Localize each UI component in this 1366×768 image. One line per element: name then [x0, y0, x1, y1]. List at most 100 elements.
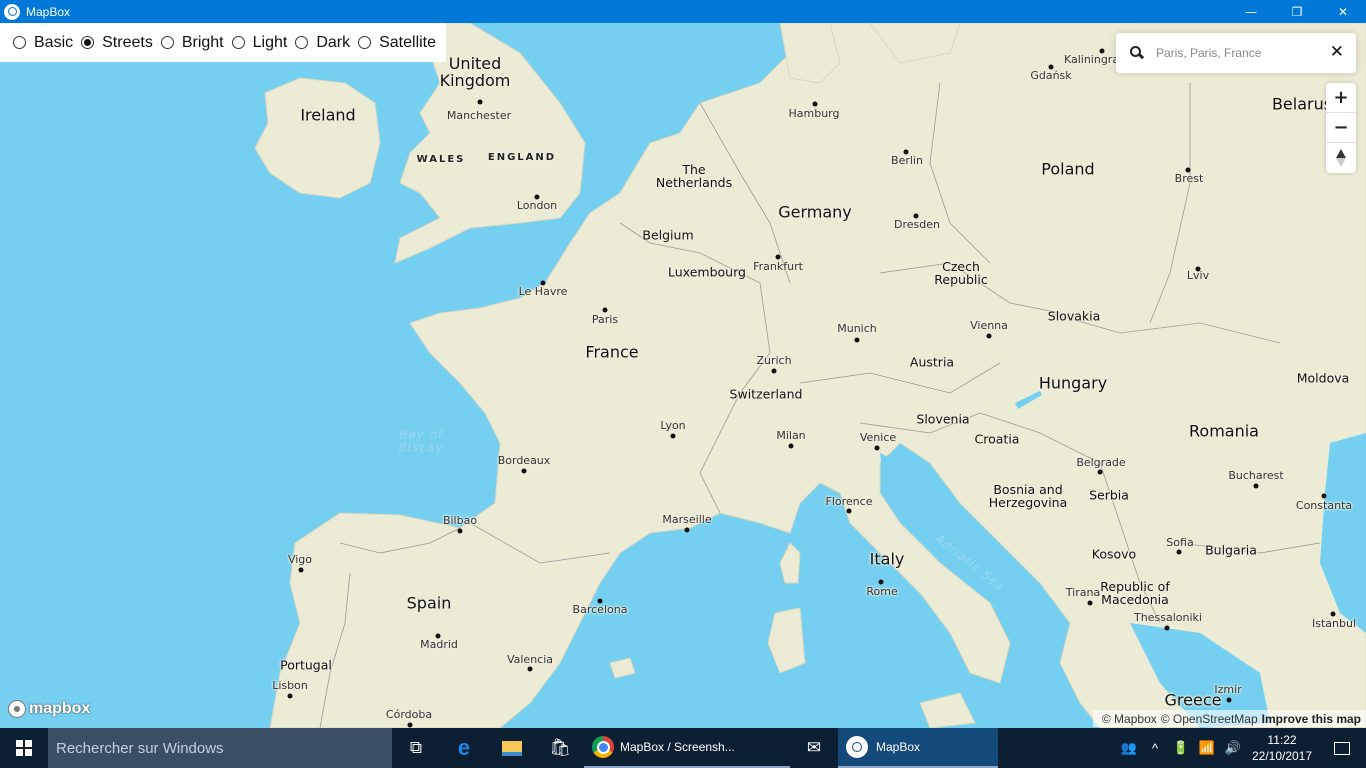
zoom-in-button[interactable]: + — [1326, 83, 1356, 113]
city-marker — [287, 693, 293, 699]
city-marker — [602, 307, 608, 313]
attribution: © Mapbox © OpenStreetMap Improve this ma… — [1092, 710, 1366, 727]
radio-dark[interactable] — [295, 36, 309, 49]
country-label: Croatia — [974, 431, 1020, 447]
city-label: Manchester — [446, 109, 512, 123]
sea-label: Bay of Biscay — [398, 427, 444, 454]
taskbar-task-chrome-label: MapBox / Screensh... — [620, 740, 735, 754]
attribution-osm-link[interactable]: © OpenStreetMap — [1161, 712, 1258, 726]
city-marker — [435, 633, 441, 639]
city-label: Dresden — [894, 218, 940, 232]
city-marker — [597, 598, 603, 604]
city-marker — [846, 508, 852, 514]
city-marker — [775, 254, 781, 260]
style-option-streets[interactable]: Streets — [81, 34, 153, 52]
file-explorer-button[interactable] — [488, 728, 536, 768]
close-button[interactable]: ✕ — [1320, 0, 1366, 23]
compass-icon — [1336, 149, 1346, 167]
start-button[interactable] — [0, 728, 48, 768]
show-hidden-icons-chevron-up-icon[interactable]: ^ — [1142, 741, 1168, 756]
city-marker — [788, 443, 794, 449]
system-tray: 👥 ^ 🔋 📶 🔊 11:22 22/10/2017 — [1116, 728, 1366, 768]
improve-map-link[interactable]: Improve this map — [1262, 712, 1361, 726]
city-marker — [1176, 549, 1182, 555]
minimize-button[interactable]: — — [1228, 0, 1274, 23]
wifi-icon[interactable]: 📶 — [1194, 740, 1220, 756]
clock-time: 11:22 — [1267, 733, 1297, 747]
style-option-basic[interactable]: Basic — [13, 34, 73, 52]
style-label-satellite: Satellite — [379, 33, 437, 51]
style-option-light[interactable]: Light — [231, 34, 287, 52]
city-label: Milan — [776, 429, 806, 443]
mapbox-logo-text: mapbox — [29, 700, 91, 717]
city-label: Lyon — [660, 419, 686, 433]
city-marker — [986, 333, 992, 339]
volume-icon[interactable]: 🔊 — [1220, 740, 1246, 756]
country-label: Belgium — [642, 227, 694, 243]
city-label: Bucharest — [1228, 469, 1284, 483]
title-bar: MapBox — ❐ ✕ — [0, 0, 1366, 23]
radio-basic[interactable] — [13, 36, 26, 49]
city-label: Istanbul — [1311, 617, 1357, 631]
mail-button[interactable]: ✉ — [790, 728, 838, 768]
windows-search-box[interactable]: Rechercher sur Windows — [48, 728, 392, 768]
map-canvas[interactable]: United Kingdom Ireland France Germany Poland S… — [0, 23, 1366, 728]
style-option-satellite[interactable]: Satellite — [358, 34, 436, 52]
style-option-dark[interactable]: Dark — [295, 34, 350, 52]
city-marker — [1330, 611, 1336, 617]
mapbox-logo[interactable]: mapbox — [8, 700, 90, 718]
taskbar-task-chrome[interactable]: MapBox / Screensh... — [584, 728, 790, 768]
radio-bright[interactable] — [160, 36, 174, 49]
city-label: Córdoba — [385, 708, 433, 722]
style-option-bright[interactable]: Bright — [160, 34, 224, 52]
task-view-button[interactable]: ⧉ — [392, 728, 440, 768]
battery-icon[interactable]: 🔋 — [1168, 740, 1194, 756]
clear-search-button[interactable]: ✕ — [1330, 42, 1344, 62]
reset-bearing-button[interactable] — [1326, 143, 1356, 173]
city-label: Barcelona — [572, 603, 628, 617]
city-label: Venice — [859, 431, 897, 445]
city-label: Munich — [837, 322, 877, 336]
city-marker — [854, 337, 860, 343]
city-marker — [407, 722, 413, 728]
region-label: WALES — [416, 153, 466, 165]
city-label: Frankfurt — [753, 260, 803, 274]
country-label: Bulgaria — [1205, 542, 1257, 558]
country-label: Italy — [869, 549, 905, 569]
city-label: London — [516, 199, 558, 213]
zoom-out-button[interactable]: − — [1326, 113, 1356, 143]
city-marker — [670, 433, 676, 439]
land-corsica — [779, 542, 801, 584]
style-label-dark: Dark — [316, 33, 351, 51]
city-label: Izmir — [1214, 683, 1242, 697]
search-input[interactable] — [1156, 46, 1316, 60]
clock[interactable]: 11:22 22/10/2017 — [1246, 732, 1318, 764]
radio-streets[interactable] — [81, 36, 95, 49]
city-label: Paris — [591, 313, 619, 327]
style-label-basic: Basic — [34, 33, 74, 51]
city-marker — [903, 149, 909, 155]
city-label: Vigo — [287, 553, 313, 567]
radio-satellite[interactable] — [358, 36, 372, 49]
attribution-mapbox-link[interactable]: © Mapbox — [1102, 712, 1157, 726]
country-label: Poland — [1041, 159, 1095, 179]
city-marker — [684, 527, 690, 533]
taskbar-task-mapbox[interactable]: MapBox — [838, 728, 998, 768]
people-icon[interactable]: 👥 — [1116, 740, 1142, 756]
city-marker — [1164, 625, 1170, 631]
city-marker — [1097, 469, 1103, 475]
edge-button[interactable]: e — [440, 728, 488, 768]
city-marker — [1195, 266, 1201, 272]
radio-light[interactable] — [231, 36, 245, 49]
geocoder: ✕ — [1116, 33, 1356, 73]
city-label: Vienna — [970, 319, 1008, 333]
maximize-button[interactable]: ❐ — [1274, 0, 1320, 23]
country-label: Romania — [1189, 421, 1259, 441]
action-center-button[interactable] — [1318, 741, 1366, 755]
country-label: Slovenia — [916, 411, 970, 427]
city-marker — [298, 567, 304, 573]
style-label-streets: Streets — [102, 33, 153, 51]
navigation-control: + − — [1326, 83, 1356, 173]
store-button[interactable]: 🛍 — [536, 728, 584, 768]
taskbar-task-mapbox-label: MapBox — [876, 740, 921, 754]
